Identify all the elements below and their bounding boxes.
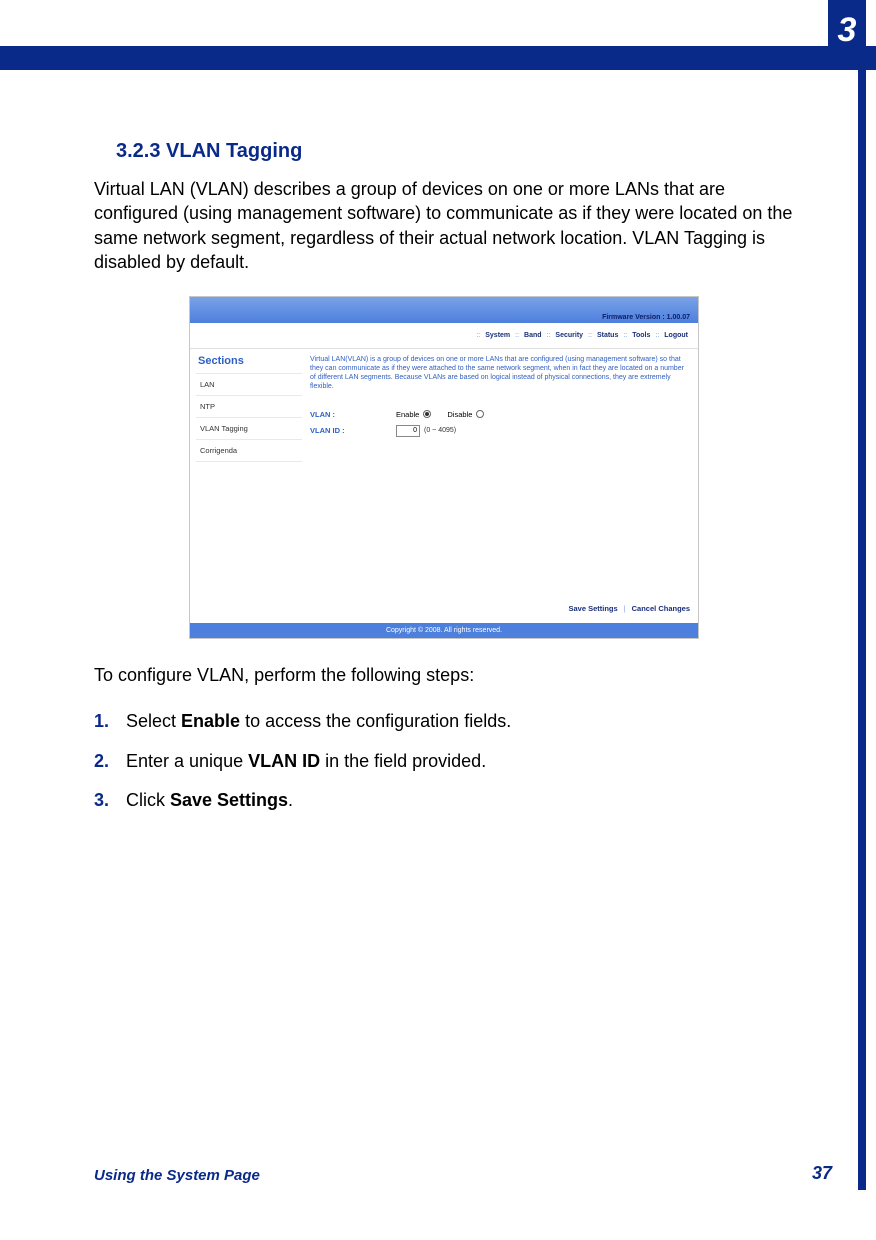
vlan-disable-label: Disable bbox=[447, 410, 472, 419]
vlan-enable-radio[interactable] bbox=[423, 410, 431, 418]
screenshot-nav: :: System :: Band :: Security :: Status … bbox=[190, 323, 698, 349]
cancel-changes-button[interactable]: Cancel Changes bbox=[632, 604, 690, 613]
nav-sep: :: bbox=[476, 332, 480, 339]
nav-sep: :: bbox=[588, 332, 592, 339]
sidebar-item-corrigenda[interactable]: Corrigenda bbox=[196, 440, 302, 462]
nav-logout[interactable]: Logout bbox=[664, 332, 688, 339]
nav-sep: :: bbox=[623, 332, 627, 339]
nav-band[interactable]: Band bbox=[524, 332, 542, 339]
right-margin-rule bbox=[858, 60, 866, 1190]
nav-status[interactable]: Status bbox=[597, 332, 618, 339]
screenshot-sidebar: Sections LAN NTP VLAN Tagging Corrigenda bbox=[190, 349, 302, 623]
nav-system[interactable]: System bbox=[485, 332, 510, 339]
footer-section-name: Using the System Page bbox=[94, 1167, 260, 1184]
vlan-id-range: (0 ~ 4095) bbox=[424, 427, 456, 434]
section-intro: Virtual LAN (VLAN) describes a group of … bbox=[94, 177, 794, 274]
step-text: Click Save Settings. bbox=[126, 788, 794, 813]
vlan-id-label: VLAN ID : bbox=[310, 426, 396, 435]
step-1: 1. Select Enable to access the configura… bbox=[94, 709, 794, 734]
sidebar-item-ntp[interactable]: NTP bbox=[196, 396, 302, 418]
nav-sep: :: bbox=[515, 332, 519, 339]
step-3: 3. Click Save Settings. bbox=[94, 788, 794, 813]
nav-sep: :: bbox=[547, 332, 551, 339]
screenshot-actions: Save Settings | Cancel Changes bbox=[310, 594, 690, 623]
vlan-label: VLAN : bbox=[310, 410, 396, 419]
screenshot-header-bar: Firmware Version : 1.00.07 bbox=[190, 297, 698, 323]
save-settings-button[interactable]: Save Settings bbox=[569, 604, 618, 613]
sidebar-item-lan[interactable]: LAN bbox=[196, 373, 302, 396]
page-content: 3.2.3 VLAN Tagging Virtual LAN (VLAN) de… bbox=[94, 140, 794, 813]
step-text: Select Enable to access the configuratio… bbox=[126, 709, 794, 734]
steps-list: 1. Select Enable to access the configura… bbox=[94, 709, 794, 813]
sidebar-item-vlan-tagging[interactable]: VLAN Tagging bbox=[196, 418, 302, 440]
step-2: 2. Enter a unique VLAN ID in the field p… bbox=[94, 749, 794, 774]
step-text: Enter a unique VLAN ID in the field prov… bbox=[126, 749, 794, 774]
vlan-id-input[interactable] bbox=[396, 425, 420, 437]
nav-sep: :: bbox=[655, 332, 659, 339]
nav-security[interactable]: Security bbox=[555, 332, 583, 339]
nav-tools[interactable]: Tools bbox=[632, 332, 650, 339]
config-lead: To configure VLAN, perform the following… bbox=[94, 663, 794, 687]
screenshot-main-pane: Virtual LAN(VLAN) is a group of devices … bbox=[302, 349, 698, 623]
screenshot-panel: Firmware Version : 1.00.07 :: System :: … bbox=[189, 296, 699, 639]
chapter-title: Features and Web GUI Configuration bbox=[523, 44, 820, 64]
screenshot-footer: Copyright © 2008. All rights reserved. bbox=[190, 623, 698, 638]
section-heading: 3.2.3 VLAN Tagging bbox=[116, 140, 794, 163]
footer-page-number: 37 bbox=[812, 1163, 832, 1184]
action-divider: | bbox=[624, 604, 626, 613]
screenshot-description: Virtual LAN(VLAN) is a group of devices … bbox=[310, 355, 690, 391]
vlan-disable-radio[interactable] bbox=[476, 410, 484, 418]
step-number: 1. bbox=[94, 709, 126, 734]
sidebar-title: Sections bbox=[196, 355, 302, 367]
vlan-enable-label: Enable bbox=[396, 410, 419, 419]
firmware-version: Firmware Version : 1.00.07 bbox=[602, 314, 690, 321]
step-number: 3. bbox=[94, 788, 126, 813]
vlan-row: VLAN : Enable Disable bbox=[310, 410, 690, 419]
step-number: 2. bbox=[94, 749, 126, 774]
vlan-id-row: VLAN ID : (0 ~ 4095) bbox=[310, 425, 690, 437]
chapter-number-tab: 3 bbox=[828, 0, 866, 60]
